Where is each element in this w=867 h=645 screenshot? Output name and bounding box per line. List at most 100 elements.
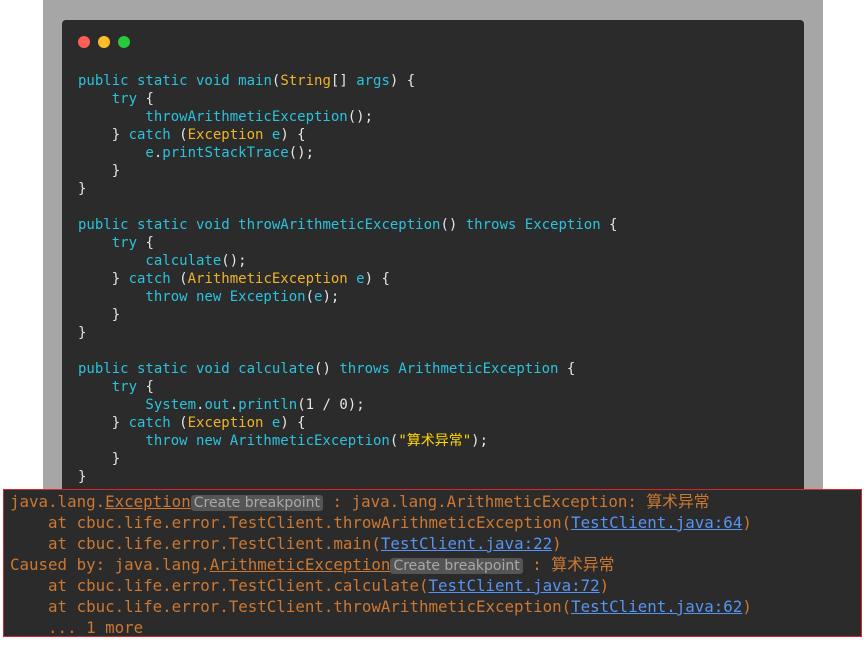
code-line: calculate(); — [78, 252, 617, 270]
code-token: Exception — [187, 415, 272, 431]
code-token: ArithmeticException — [187, 271, 357, 287]
code-token: try — [78, 235, 146, 251]
code-token: throw new — [78, 289, 230, 305]
console-text: : java.lang.ArithmeticException: 算术异常 — [323, 492, 710, 511]
code-token: catch — [128, 271, 180, 287]
code-token: } — [78, 271, 129, 287]
code-token: () — [440, 217, 466, 233]
code-token: calculate — [238, 361, 315, 377]
code-token: ArithmeticException — [398, 361, 559, 377]
stack-trace-link[interactable]: TestClient.java:62 — [571, 597, 742, 616]
code-line: try { — [78, 234, 617, 252]
code-line: public static void calculate() throws Ar… — [78, 360, 617, 378]
code-line: } — [78, 450, 617, 468]
code-token: try — [78, 91, 146, 107]
code-token: } — [78, 325, 87, 341]
console-text: at cbuc.life.error.TestClient.calculate( — [10, 576, 429, 595]
close-dot[interactable] — [78, 36, 90, 48]
code-line: throw new ArithmeticException("算术异常"); — [78, 432, 617, 450]
console-text: at cbuc.life.error.TestClient.throwArith… — [10, 597, 572, 616]
minimize-dot[interactable] — [98, 36, 110, 48]
code-token: System — [78, 397, 197, 413]
code-token: ); — [347, 397, 365, 413]
exception-class-link[interactable]: ArithmeticException — [210, 555, 391, 574]
code-line: } — [78, 306, 617, 324]
code-token: ); — [471, 433, 489, 449]
code-token: { — [558, 361, 576, 377]
code-line: throw new Exception(e); — [78, 288, 617, 306]
stack-trace-link[interactable]: TestClient.java:22 — [381, 534, 552, 553]
console-text: ) — [742, 513, 752, 532]
code-token: ( — [305, 289, 315, 305]
code-token: ArithmeticException — [229, 433, 390, 449]
code-line: public static void throwArithmeticExcept… — [78, 216, 617, 234]
code-token: } — [78, 181, 87, 197]
code-line: } — [78, 468, 617, 486]
console-line: at cbuc.life.error.TestClient.throwArith… — [10, 596, 752, 617]
exception-class-link[interactable]: Exception — [105, 492, 191, 511]
console-output: java.lang.Exception Create breakpoint : j… — [3, 489, 862, 637]
code-line: throwArithmeticException(); — [78, 108, 617, 126]
console-line: at cbuc.life.error.TestClient.calculate(… — [10, 575, 609, 596]
create-breakpoint-button[interactable]: Create breakpoint — [390, 558, 523, 574]
code-token: { — [145, 235, 154, 251]
code-token: ( — [179, 415, 188, 431]
code-line: } — [78, 180, 617, 198]
code-token: } — [78, 307, 121, 323]
code-token: } — [78, 127, 129, 143]
code-line: public static void main(String[] args) { — [78, 72, 617, 90]
code-token: { — [145, 379, 154, 395]
code-token: throwArithmeticException — [78, 109, 348, 125]
maximize-dot[interactable] — [118, 36, 130, 48]
create-breakpoint-button[interactable]: Create breakpoint — [190, 495, 324, 511]
code-token: public static void — [78, 361, 239, 377]
code-token: println — [238, 397, 298, 413]
code-token: 1 / 0 — [305, 397, 348, 413]
console-text: ... 1 more — [10, 618, 144, 637]
code-token: throwArithmeticException — [238, 217, 441, 233]
stack-trace-link[interactable]: TestClient.java:72 — [428, 576, 599, 595]
code-token: ) { — [280, 127, 306, 143]
code-token: calculate — [78, 253, 222, 269]
console-text: at cbuc.life.error.TestClient.main( — [10, 534, 381, 553]
code-token: throws — [465, 217, 525, 233]
code-token: e — [356, 271, 365, 287]
code-token: public static void — [78, 217, 239, 233]
code-token: main — [238, 73, 272, 89]
code-line: } catch (Exception e) { — [78, 126, 617, 144]
code-token: Exception — [229, 289, 306, 305]
code-editor-window: public static void main(String[] args) {… — [62, 20, 804, 500]
code-token: ) { — [364, 271, 390, 287]
code-token: ( — [297, 397, 306, 413]
code-token: ) { — [280, 415, 306, 431]
console-line: at cbuc.life.error.TestClient.main(TestC… — [10, 533, 562, 554]
console-line: java.lang.Exception Create breakpoint : j… — [10, 491, 710, 514]
code-token: throw new — [78, 433, 230, 449]
code-token: catch — [128, 415, 180, 431]
code-token: } — [78, 469, 87, 485]
code-token: e — [78, 145, 154, 161]
code-line: e.printStackTrace(); — [78, 144, 617, 162]
code-block: public static void main(String[] args) {… — [78, 72, 617, 486]
console-text: at cbuc.life.error.TestClient.throwArith… — [10, 513, 572, 532]
code-token: () — [314, 361, 340, 377]
code-line: } catch (ArithmeticException e) { — [78, 270, 617, 288]
code-token: printStackTrace — [162, 145, 289, 161]
code-token: ( — [179, 271, 188, 287]
code-token: args — [356, 73, 390, 89]
code-token: public static void — [78, 73, 239, 89]
code-token: ( — [179, 127, 188, 143]
code-token: "算术异常" — [398, 433, 472, 449]
code-token: out — [204, 397, 230, 413]
code-token: { — [145, 91, 154, 107]
stack-trace-link[interactable]: TestClient.java:64 — [571, 513, 742, 532]
code-token: String — [280, 73, 331, 89]
console-line: Caused by: java.lang.ArithmeticException… — [10, 554, 614, 577]
code-token: [] — [330, 73, 357, 89]
code-token: } — [78, 451, 121, 467]
console-text: : 算术异常 — [522, 555, 615, 574]
code-token: catch — [128, 127, 180, 143]
code-token: . — [229, 397, 239, 413]
